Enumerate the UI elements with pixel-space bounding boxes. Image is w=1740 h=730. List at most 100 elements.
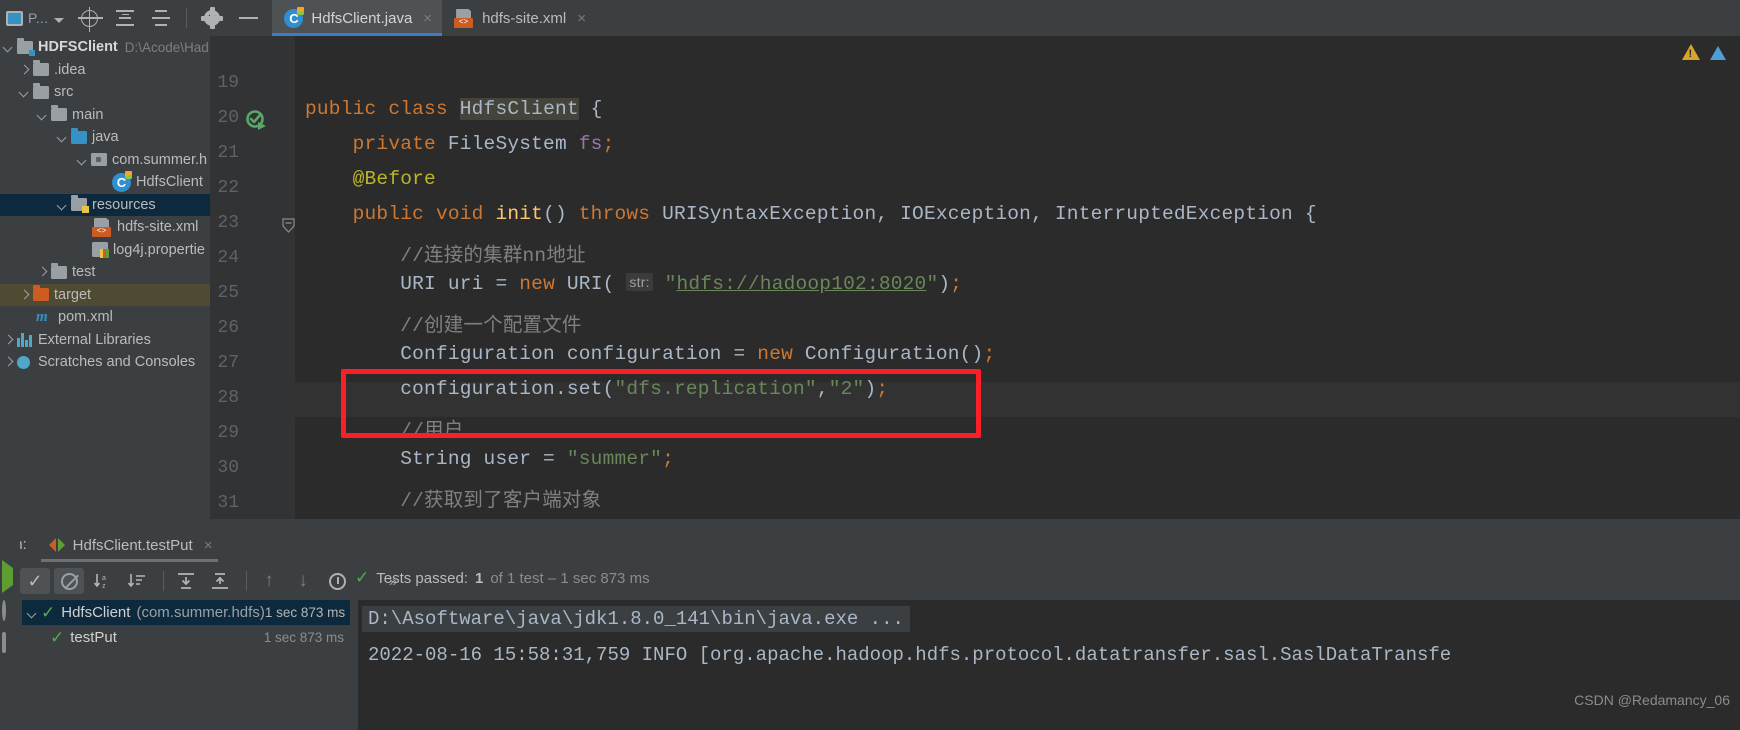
console-command-line: D:\Asoftware\java\jdk1.8.0_141\bin\java.… — [362, 606, 910, 632]
project-view-selector[interactable]: P... — [0, 0, 71, 36]
tree-item-label: hdfs-site.xml — [117, 219, 199, 236]
editor-gutter[interactable]: 19 20 21 22 23 24 25 26 27 28 29 30 31 — [210, 36, 295, 530]
locate-icon[interactable] — [76, 5, 103, 32]
line-number: 31 — [217, 493, 239, 513]
line-number: 28 — [217, 388, 239, 408]
properties-file-icon — [92, 242, 109, 259]
prev-failed-icon[interactable]: ↑ — [254, 568, 284, 594]
code-text-area[interactable]: public class HdfsClient { private FileSy… — [295, 36, 1740, 530]
parameter-hint: str: — [626, 273, 653, 291]
test-run-icon — [48, 537, 65, 553]
tree-item-hdfs-site-xml[interactable]: <> hdfs-site.xml — [0, 216, 210, 239]
tree-item-log4j-properties[interactable]: log4j.propertie — [0, 239, 210, 262]
tree-item-label: java — [92, 129, 119, 146]
tab-hdfsclient-java[interactable]: HdfsClient.java × — [272, 0, 443, 36]
line-number: 24 — [217, 248, 239, 268]
warning-triangle-icon[interactable] — [1682, 44, 1700, 60]
tree-item-src[interactable]: src — [0, 81, 210, 104]
line-number: 27 — [217, 353, 239, 373]
collapse-all-icon[interactable] — [205, 568, 235, 594]
check-icon: ✓ — [50, 627, 65, 647]
top-toolbar: P... HdfsClient.java — [0, 0, 1740, 36]
toggle-auto-test-icon[interactable] — [2, 600, 18, 621]
code-line-30: String user = "summer"; — [400, 448, 674, 470]
tree-item-label: resources — [92, 196, 156, 213]
tree-item-external-libraries[interactable]: External Libraries — [0, 329, 210, 352]
tree-item-java[interactable]: java — [0, 126, 210, 149]
tab-label: hdfs-site.xml — [482, 9, 567, 27]
source-folder-icon — [71, 127, 87, 144]
project-view-label: P... — [28, 10, 49, 26]
chevron-down-icon[interactable] — [76, 153, 89, 166]
chevron-right-icon[interactable] — [18, 63, 31, 76]
run-tool-window[interactable]: Run: HdfsClient.testPut × ✓ a z — [0, 530, 1740, 730]
chevron-right-icon[interactable] — [2, 333, 15, 346]
next-failed-icon[interactable]: ↓ — [288, 568, 318, 594]
test-results-tree[interactable]: ✓ HdfsClient (com.summer.hdfs) 1 sec 873… — [22, 600, 350, 730]
gear-icon[interactable] — [199, 5, 225, 31]
tree-item-test[interactable]: test — [0, 261, 210, 284]
tree-item-hdfsclient-class[interactable]: HdfsClient — [0, 170, 210, 194]
folder-icon — [51, 105, 67, 122]
project-tree-panel[interactable]: HDFSClient D:\Acode\Had .idea src main j… — [0, 36, 210, 530]
tab-hdfs-site-xml[interactable]: <> hdfs-site.xml × — [442, 0, 596, 36]
folder-icon — [51, 262, 67, 279]
chevron-down-icon[interactable] — [26, 606, 39, 619]
collapse-all-icon[interactable] — [148, 5, 174, 31]
tree-item-hdfsclient[interactable]: HDFSClient D:\Acode\Had — [0, 36, 210, 59]
history-icon[interactable] — [322, 568, 352, 594]
close-icon[interactable]: × — [423, 11, 432, 26]
tree-item-idea[interactable]: .idea — [0, 59, 210, 82]
run-class-gutter-icon[interactable] — [246, 110, 266, 130]
sort-alphabetically-icon[interactable]: a z — [88, 568, 118, 594]
chevron-right-icon[interactable] — [18, 288, 31, 301]
tree-item-label: Scratches and Consoles — [38, 354, 196, 371]
test-tree-row-method[interactable]: ✓ testPut 1 sec 873 ms — [22, 625, 350, 650]
console-log-line: 2022-08-16 15:58:31,759 INFO [org.apache… — [368, 644, 1452, 666]
tree-item-main[interactable]: main — [0, 104, 210, 127]
test-class-package: (com.summer.hdfs) — [136, 604, 265, 621]
close-icon[interactable]: × — [204, 538, 213, 553]
chevron-down-icon[interactable] — [56, 131, 69, 144]
code-line-21: private FileSystem fs; — [352, 133, 615, 155]
tree-item-resources[interactable]: resources — [0, 193, 210, 216]
tree-item-package[interactable]: com.summer.h — [0, 149, 210, 172]
show-passed-icon[interactable]: ✓ — [20, 568, 50, 594]
test-tree-row-class[interactable]: ✓ HdfsClient (com.summer.hdfs) 1 sec 873… — [22, 600, 350, 625]
expand-all-icon[interactable] — [112, 5, 138, 31]
hide-ignored-icon[interactable] — [54, 568, 84, 594]
chevron-down-icon[interactable] — [56, 198, 69, 211]
line-number: 29 — [217, 423, 239, 443]
fold-collapse-icon[interactable] — [282, 218, 295, 233]
rerun-icon[interactable] — [2, 560, 18, 593]
chevron-down-icon[interactable] — [54, 17, 65, 23]
run-tab-label: HdfsClient.testPut — [72, 536, 193, 554]
tree-item-label: log4j.propertie — [113, 241, 205, 258]
expand-all-icon[interactable] — [171, 568, 201, 594]
chevron-right-icon[interactable] — [2, 356, 15, 369]
tree-item-label: com.summer.h — [112, 151, 208, 168]
tree-item-target[interactable]: target — [0, 283, 210, 306]
export-results-icon[interactable] — [2, 632, 18, 653]
toolbar-divider — [246, 571, 247, 591]
tree-item-label: .idea — [54, 61, 86, 78]
console-output[interactable]: D:\Asoftware\java\jdk1.8.0_141\bin\java.… — [358, 600, 1740, 730]
toolbar-divider — [186, 8, 188, 28]
xml-file-icon: <> — [92, 217, 112, 237]
hide-icon[interactable] — [235, 5, 261, 31]
chevron-down-icon[interactable] — [18, 86, 31, 99]
chevron-right-icon[interactable] — [36, 266, 49, 279]
chevron-down-icon[interactable] — [2, 41, 15, 54]
tree-item-label: pom.xml — [58, 309, 113, 326]
run-tab-hdfsclient-testput[interactable]: HdfsClient.testPut × — [40, 530, 219, 562]
blue-triangle-icon[interactable] — [1710, 46, 1726, 60]
tree-item-pom-xml[interactable]: m pom.xml — [0, 306, 210, 329]
chevron-down-icon[interactable] — [36, 108, 49, 121]
test-duration: 1 sec 873 ms — [263, 630, 344, 645]
line-number: 26 — [217, 318, 239, 338]
check-icon: ✓ — [41, 602, 56, 622]
close-icon[interactable]: × — [577, 11, 586, 26]
tree-item-scratches[interactable]: Scratches and Consoles — [0, 351, 210, 374]
sort-by-duration-icon[interactable] — [122, 568, 152, 594]
code-editor[interactable]: 19 20 21 22 23 24 25 26 27 28 29 30 31 p… — [210, 36, 1740, 530]
